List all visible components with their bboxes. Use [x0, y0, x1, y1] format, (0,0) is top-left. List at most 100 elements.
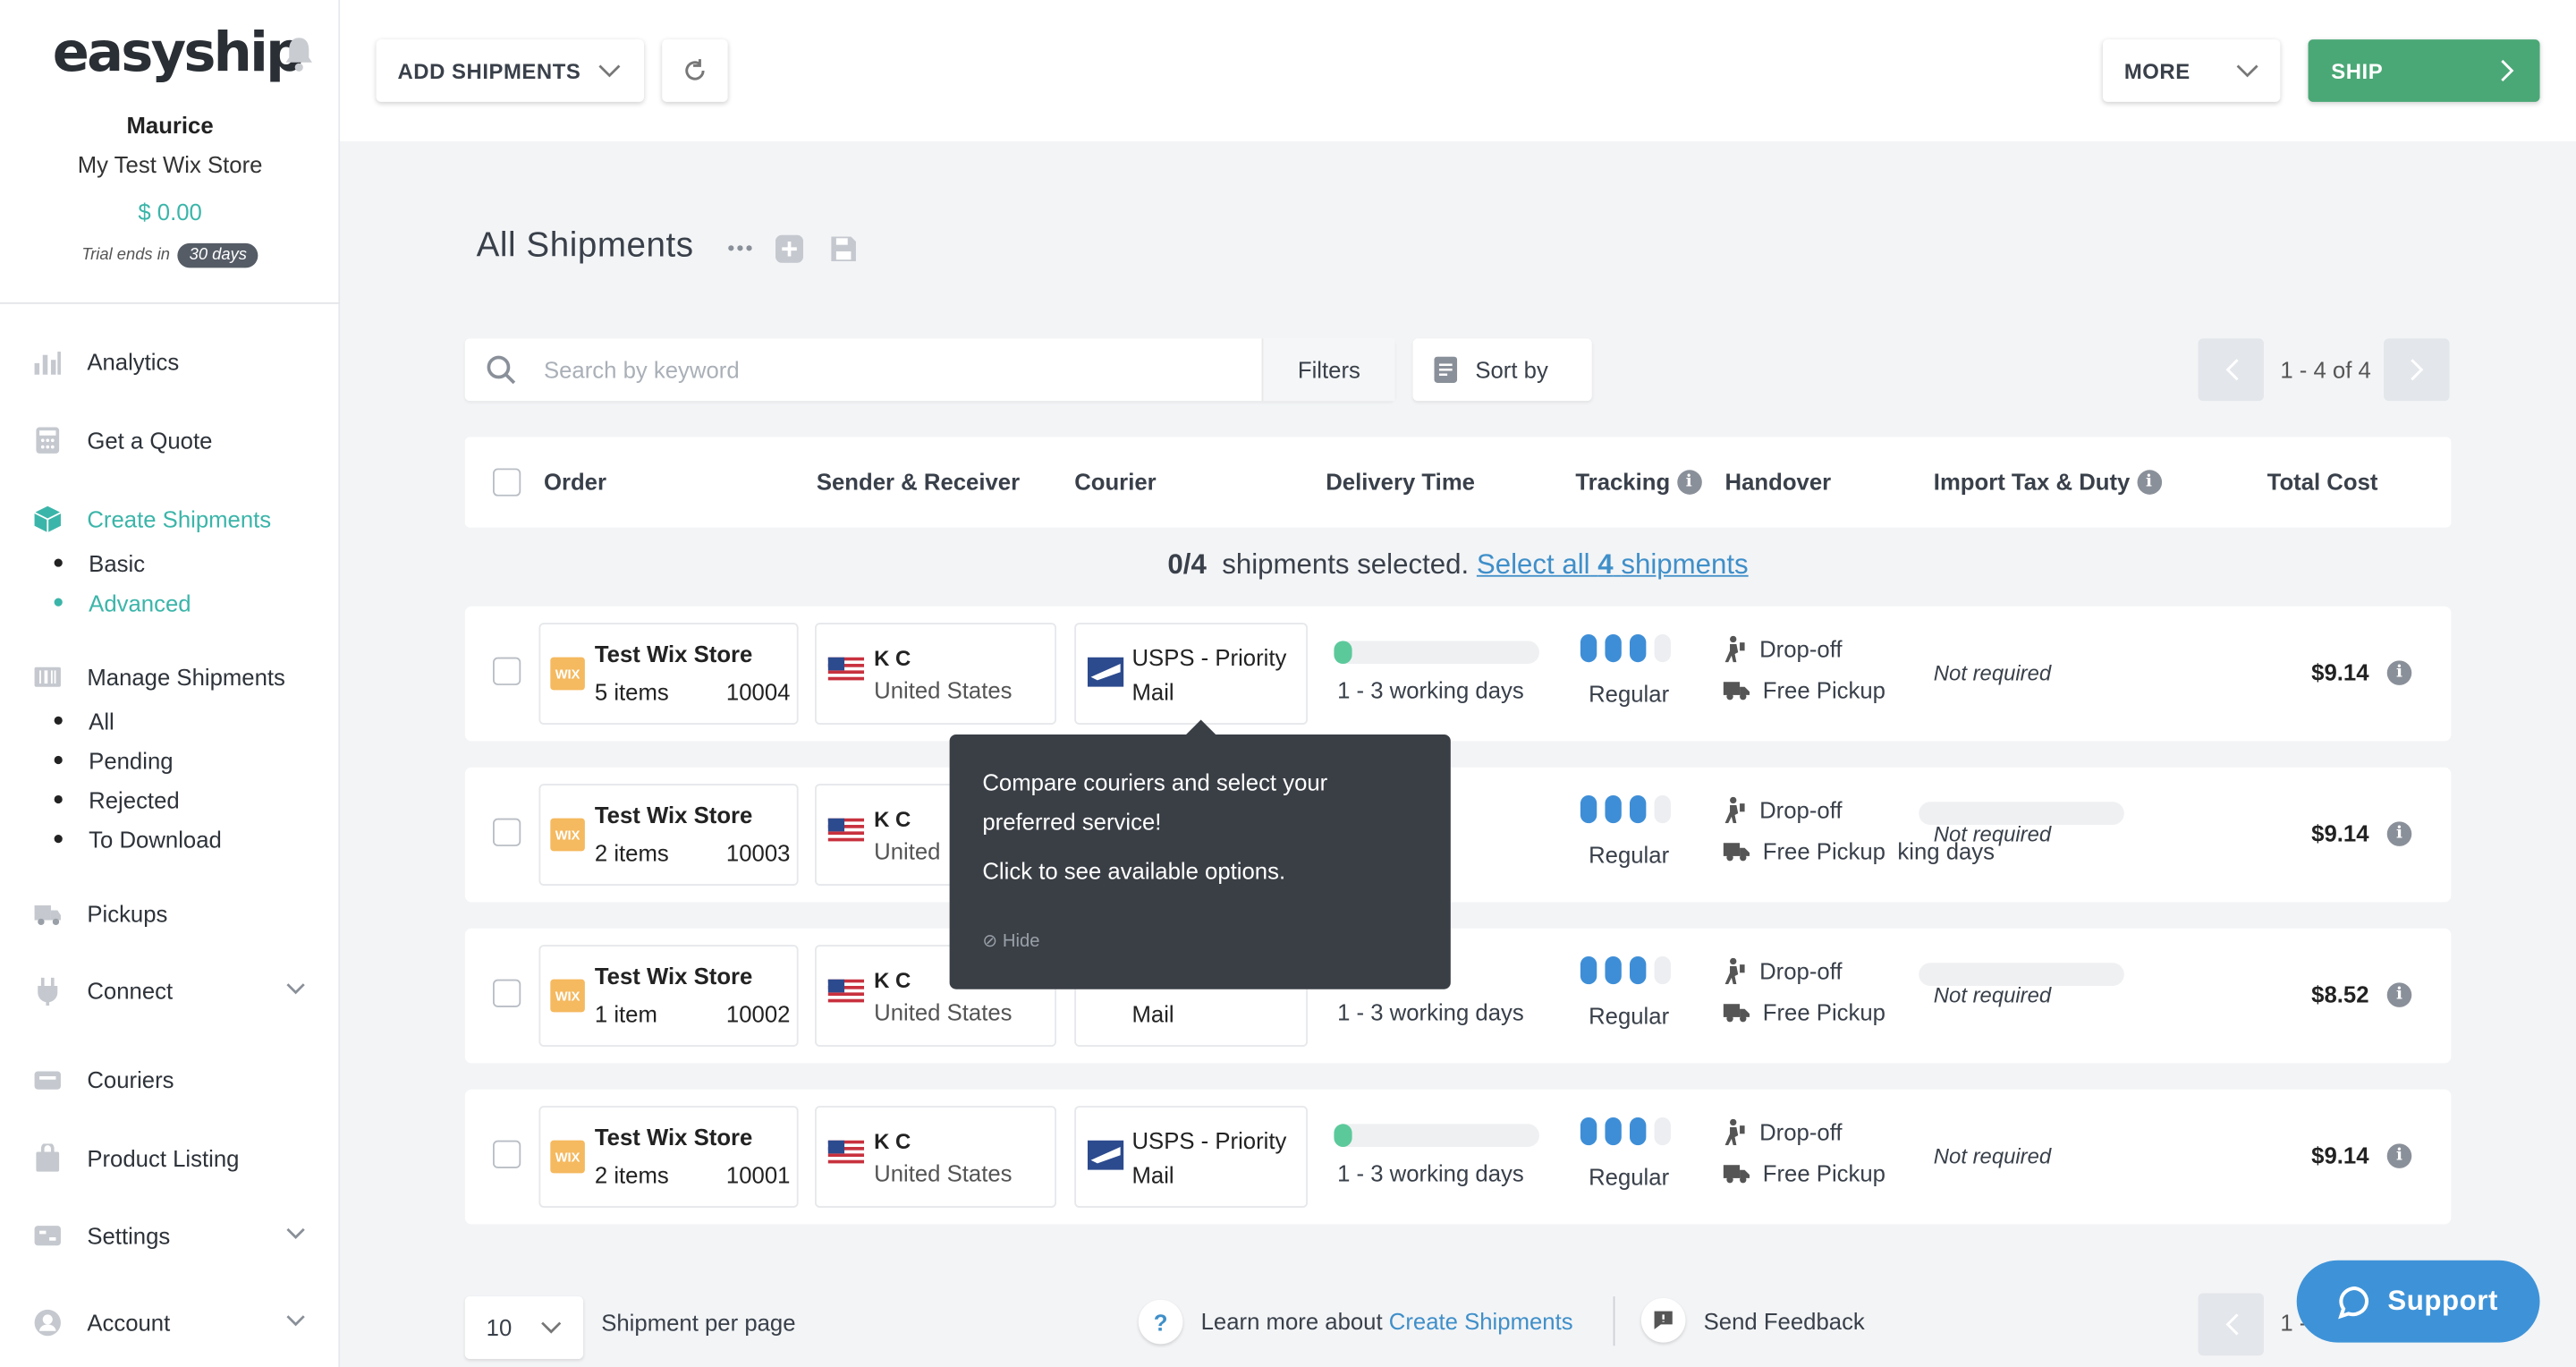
row-checkbox[interactable]: [493, 657, 521, 685]
sidebar-subitem-basic[interactable]: Basic: [55, 550, 145, 576]
sidebar-subitem-to-download[interactable]: To Download: [55, 827, 222, 853]
select-all-link[interactable]: Select all 4 shipments: [1477, 548, 1749, 580]
select-all-suffix: shipments: [1621, 548, 1749, 581]
feedback-icon[interactable]: [1640, 1297, 1686, 1343]
store-name[interactable]: My Test Wix Store: [0, 151, 340, 177]
sort-by-button[interactable]: Sort by: [1412, 338, 1592, 402]
handover-pickup: Free Pickup: [1723, 677, 1885, 703]
sidebar-item-settings[interactable]: Settings: [33, 1221, 170, 1251]
support-button[interactable]: Support: [2296, 1260, 2540, 1343]
column-courier[interactable]: Courier: [1074, 468, 1156, 494]
pickup-truck-icon: [1723, 681, 1750, 700]
account-balance[interactable]: $ 0.00: [0, 199, 340, 225]
chevron-down-icon[interactable]: [286, 1314, 306, 1328]
column-handover[interactable]: Handover: [1725, 468, 1832, 494]
info-icon[interactable]: i: [2386, 982, 2412, 1007]
us-flag-icon: [827, 1140, 865, 1167]
sidebar-item-analytics[interactable]: Analytics: [33, 347, 179, 377]
next-page-button[interactable]: [2384, 338, 2450, 402]
sidebar-item-manage-shipments[interactable]: Manage Shipments: [33, 662, 285, 692]
chevron-down-icon[interactable]: [286, 982, 306, 996]
column-sender-receiver[interactable]: Sender & Receiver: [817, 468, 1020, 494]
search-input[interactable]: [543, 338, 1234, 402]
column-total-cost[interactable]: Total Cost: [2267, 468, 2378, 494]
sidebar-item-product-listing[interactable]: Product Listing: [33, 1143, 239, 1173]
analytics-icon: [34, 352, 61, 375]
sidebar-item-create-shipments[interactable]: Create Shipments: [33, 505, 271, 534]
info-icon[interactable]: i: [2386, 660, 2412, 685]
column-delivery-time[interactable]: Delivery Time: [1326, 468, 1475, 494]
sidebar-item-label: Get a Quote: [87, 427, 213, 454]
per-page-select[interactable]: 10: [464, 1296, 584, 1359]
more-options-icon[interactable]: [728, 245, 753, 251]
sidebar-subitem-advanced[interactable]: Advanced: [55, 590, 191, 616]
more-button[interactable]: MORE: [2102, 39, 2281, 102]
courier-tooltip: Compare couriers and select your preferr…: [949, 719, 1451, 989]
learn-more-link[interactable]: Create Shipments: [1389, 1308, 1573, 1334]
sidebar-item-get-a-quote[interactable]: Get a Quote: [33, 426, 213, 455]
sidebar-item-pickups[interactable]: Pickups: [33, 899, 168, 929]
order-card[interactable]: WIX Test Wix Store 2 items 10001: [538, 1106, 799, 1208]
sidebar-item-account[interactable]: Account: [33, 1308, 171, 1337]
info-icon[interactable]: i: [1676, 469, 1702, 494]
shipment-row[interactable]: WIX Test Wix Store 2 items 10003 K C Uni…: [464, 767, 2452, 903]
column-import-tax[interactable]: Import Tax & Duty i: [1934, 468, 2162, 495]
handover-pickup: Free Pickup: [1723, 838, 1885, 864]
shipment-row[interactable]: WIX Test Wix Store 1 item 10002 K C Unit…: [464, 928, 2452, 1064]
filters-button[interactable]: Filters: [1261, 338, 1395, 402]
pagination-range: 1 - 4 of 4: [2280, 356, 2371, 383]
bell-icon[interactable]: [283, 36, 316, 72]
tracking-level-indicator: [1580, 1117, 1679, 1153]
sidebar-item-label: Account: [87, 1309, 171, 1337]
prev-page-button-bottom[interactable]: [2198, 1293, 2264, 1356]
sidebar-subitem-rejected[interactable]: Rejected: [55, 787, 180, 813]
handover-dropoff: Drop-off: [1724, 957, 1843, 985]
handover-dropoff-label: Drop-off: [1759, 957, 1843, 985]
send-feedback-link[interactable]: Send Feedback: [1704, 1308, 1865, 1334]
prev-page-button[interactable]: [2198, 338, 2264, 402]
info-icon[interactable]: i: [2136, 469, 2162, 494]
courier-card[interactable]: USPS - Priority Mail: [1074, 623, 1309, 725]
chevron-down-icon[interactable]: [286, 1227, 306, 1241]
sidebar-item-label: Pickups: [87, 900, 168, 927]
easyship-logo[interactable]: easyship: [53, 20, 305, 84]
receiver-name: K C: [874, 645, 911, 671]
order-card[interactable]: WIX Test Wix Store 2 items 10003: [538, 784, 799, 886]
import-tax-status: Not required: [1933, 982, 2052, 1007]
row-checkbox[interactable]: [493, 1140, 521, 1168]
order-card[interactable]: WIX Test Wix Store 1 item 10002: [538, 945, 799, 1047]
import-tax-status: Not required: [1933, 821, 2052, 846]
column-order[interactable]: Order: [544, 468, 606, 494]
row-checkbox[interactable]: [493, 979, 521, 1007]
sidebar-item-connect[interactable]: Connect: [33, 976, 173, 1006]
column-tracking[interactable]: Tracking i: [1575, 468, 1702, 495]
sidebar-subitem-all[interactable]: All: [55, 709, 114, 734]
refresh-button[interactable]: [662, 39, 728, 102]
save-view-icon[interactable]: [830, 235, 858, 263]
courier-card[interactable]: USPS - Priority Mail: [1074, 1106, 1309, 1208]
shipment-row[interactable]: WIX Test Wix Store 2 items 10001 K C Uni…: [464, 1089, 2452, 1225]
ship-button[interactable]: SHIP: [2308, 39, 2540, 102]
help-icon[interactable]: ?: [1138, 1299, 1183, 1345]
info-icon[interactable]: i: [2386, 821, 2412, 846]
handover-pickup-label: Free Pickup: [1762, 998, 1885, 1026]
dropoff-icon: [1724, 957, 1745, 985]
receiver-name: K C: [874, 806, 911, 832]
wix-logo-icon: WIX: [550, 818, 585, 852]
receiver-country: United: [874, 837, 941, 865]
sidebar-item-couriers[interactable]: Couriers: [33, 1065, 174, 1094]
shipment-row[interactable]: WIX Test Wix Store 5 items 10004 K C Uni…: [464, 606, 2452, 742]
receiver-country: United States: [874, 676, 1013, 704]
sidebar-subitem-pending[interactable]: Pending: [55, 748, 173, 774]
refresh-icon: [685, 59, 705, 81]
tooltip-hide-button[interactable]: ⊘ Hide: [982, 930, 1039, 951]
receiver-card[interactable]: K C United States: [815, 623, 1056, 725]
add-shipments-button[interactable]: ADD SHIPMENTS: [376, 39, 644, 102]
row-checkbox[interactable]: [493, 818, 521, 846]
select-all-checkbox[interactable]: [493, 468, 521, 497]
chevron-down-icon: [541, 1321, 562, 1334]
info-icon[interactable]: i: [2386, 1143, 2412, 1168]
add-view-icon[interactable]: [775, 234, 804, 263]
receiver-card[interactable]: K C United States: [815, 1106, 1056, 1208]
order-card[interactable]: WIX Test Wix Store 5 items 10004: [538, 623, 799, 725]
